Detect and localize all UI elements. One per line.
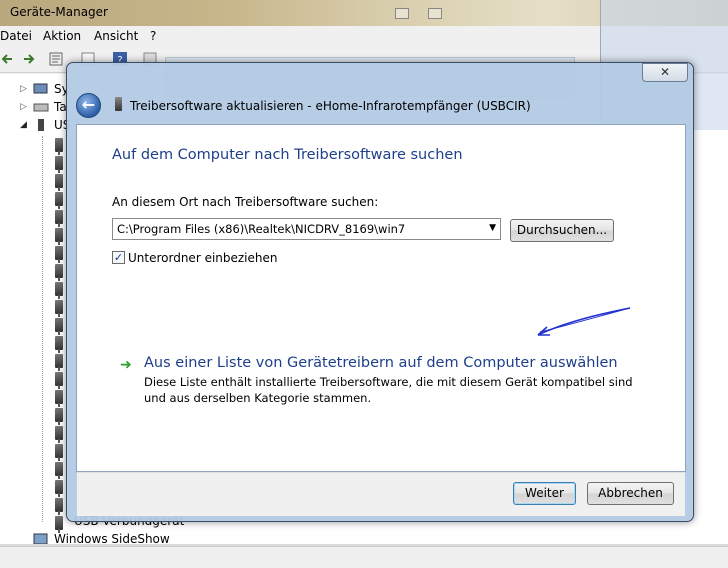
forward-arrow-icon[interactable] (20, 51, 36, 67)
back-arrow-icon[interactable]: ← (76, 93, 101, 118)
usb-device-icon[interactable] (55, 156, 63, 173)
cancel-button[interactable]: Abbrechen (587, 482, 674, 505)
usb-device-icon[interactable] (55, 210, 63, 227)
include-subfolders-label[interactable]: Unterordner einbeziehen (128, 251, 278, 265)
usb-device-icon[interactable] (55, 300, 63, 317)
usb-device-icon (115, 97, 122, 111)
properties-icon[interactable] (48, 51, 64, 67)
chevron-down-icon[interactable]: ▼ (489, 223, 496, 233)
driver-path-value: C:\Program Files (x86)\Realtek\NICDRV_81… (117, 222, 406, 236)
usb-device-icon[interactable] (55, 408, 63, 425)
back-arrow-icon[interactable] (0, 51, 16, 67)
system-device-icon (33, 83, 48, 94)
usb-device-icon[interactable] (55, 354, 63, 371)
search-location-label: An diesem Ort nach Treibersoftware suche… (112, 195, 379, 209)
usb-device-icon[interactable] (55, 264, 63, 281)
tree-collapse-icon[interactable]: ◢ (20, 120, 27, 130)
usb-device-icon[interactable] (55, 192, 63, 209)
usb-controller-icon (38, 119, 44, 131)
green-arrow-icon[interactable]: ➜ (120, 357, 132, 373)
usb-device-icon[interactable] (55, 390, 63, 407)
dialog-close-button[interactable]: ✕ (642, 63, 688, 82)
menu-aktion[interactable]: Aktion (43, 29, 81, 43)
dialog-content (76, 124, 686, 472)
annotation-arrow (537, 307, 631, 336)
usb-device-icon[interactable] (55, 444, 63, 461)
device-manager-title: Geräte-Manager (10, 5, 108, 19)
dialog-title: Treibersoftware aktualisieren - eHome-In… (130, 99, 531, 113)
minimize-button[interactable] (395, 8, 409, 19)
maximize-button[interactable] (428, 8, 442, 19)
menu-ansicht[interactable]: Ansicht (94, 29, 138, 43)
usb-device-icon[interactable] (55, 336, 63, 353)
tree-connector-line (42, 136, 43, 522)
usb-device-icon[interactable] (55, 516, 63, 533)
next-button[interactable]: Weiter (513, 482, 576, 505)
keyboard-icon (33, 103, 49, 112)
usb-device-icon[interactable] (55, 426, 63, 443)
usb-device-icon[interactable] (55, 174, 63, 191)
choose-from-list-link[interactable]: Aus einer Liste von Gerätetreibern auf d… (144, 355, 618, 371)
choose-from-list-description: Diese Liste enthält installierte Treiber… (144, 375, 633, 405)
include-subfolders-checkbox[interactable]: ✓ (112, 251, 125, 264)
tree-expand-icon[interactable]: ▷ (20, 84, 27, 94)
menu-datei[interactable]: Datei (0, 29, 32, 43)
usb-device-icon[interactable] (55, 462, 63, 479)
dialog-heading: Auf dem Computer nach Treibersoftware su… (112, 147, 463, 163)
usb-device-icon[interactable] (55, 318, 63, 335)
usb-device-icon[interactable] (55, 480, 63, 497)
driver-path-combobox[interactable]: C:\Program Files (x86)\Realtek\NICDRV_81… (112, 218, 501, 240)
browse-button[interactable]: Durchsuchen... (510, 219, 614, 242)
status-bar (0, 546, 728, 568)
menu-help[interactable]: ? (150, 29, 156, 43)
usb-device-icon[interactable] (55, 138, 63, 155)
usb-device-icon[interactable] (55, 282, 63, 299)
usb-device-icon[interactable] (55, 372, 63, 389)
usb-device-icon[interactable] (55, 498, 63, 515)
tree-expand-icon[interactable]: ▷ (20, 102, 27, 112)
usb-device-icon[interactable] (55, 228, 63, 245)
tree-item-keyboards[interactable]: Ta (54, 100, 67, 114)
usb-device-icon[interactable] (55, 246, 63, 263)
